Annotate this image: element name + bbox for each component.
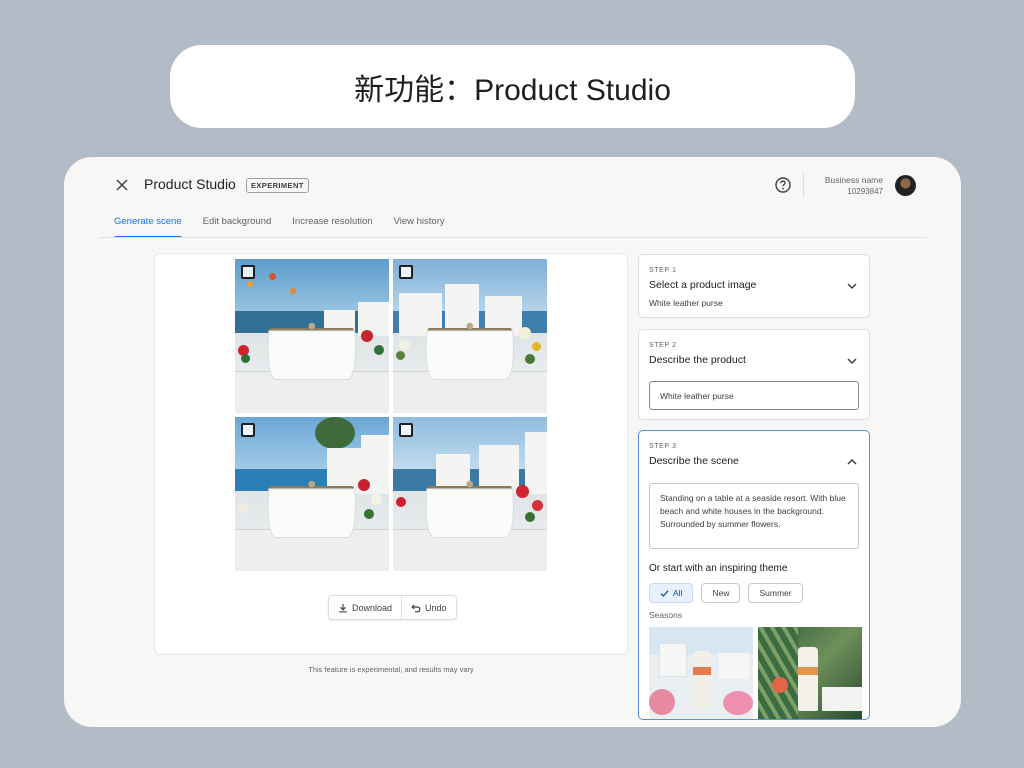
header-divider [803,172,804,198]
close-icon [116,179,128,191]
theme-heading: Or start with an inspiring theme [649,563,788,574]
experiment-badge: EXPERIMENT [246,178,309,193]
chip-summer[interactable]: Summer [748,583,803,603]
slide-title-banner: 新功能：Product Studio [170,45,855,128]
chip-new[interactable]: New [701,583,741,603]
app-title: Product Studio [144,176,236,192]
chevron-down-icon[interactable] [846,280,858,292]
business-id: 10293847 [847,187,883,196]
close-button[interactable] [112,175,132,195]
white-purse-icon [425,322,515,381]
slide-title: 新功能：Product Studio [354,73,671,107]
white-purse-icon [267,480,357,539]
avatar[interactable] [895,175,916,196]
experimental-footnote: This feature is experimental, and result… [308,665,474,674]
product-description-input[interactable]: White leather purse [649,381,859,410]
white-purse-icon [425,480,515,539]
download-button[interactable]: Download [329,596,401,619]
product-studio-window: Product Studio EXPERIMENT Business name … [64,157,961,727]
image-1-checkbox[interactable] [241,265,255,279]
chevron-down-icon[interactable] [846,355,858,367]
chip-all-label: All [673,588,683,598]
step-1-label: STEP 1 [649,267,677,274]
undo-icon [411,604,421,612]
step-2-title: Describe the product [649,354,746,366]
tab-divider [99,237,927,238]
step-2-label: STEP 2 [649,342,677,349]
checkmark-icon [660,589,669,597]
image-3-checkbox[interactable] [241,423,255,437]
white-purse-icon [267,322,357,381]
tab-edit-background[interactable]: Edit background [203,207,272,238]
scene-description-textarea[interactable]: Standing on a table at a seaside resort.… [649,483,859,549]
tab-generate-scene[interactable]: Generate scene [114,207,182,238]
theme-chips: All New Summer [649,583,803,603]
season-theme-card-1[interactable] [649,627,753,719]
business-name: Business name [824,175,883,185]
step-3-panel: STEP 3 Describe the scene Standing on a … [638,430,870,720]
undo-button[interactable]: Undo [401,596,456,619]
download-label: Download [352,602,393,613]
step-3-label: STEP 3 [649,443,677,450]
generated-image-1[interactable] [235,259,389,413]
step-3-title: Describe the scene [649,455,739,467]
chip-all[interactable]: All [649,583,694,603]
chevron-up-icon[interactable] [846,456,858,468]
help-icon[interactable] [774,176,792,194]
tab-view-history[interactable]: View history [394,207,445,238]
chip-summer-label: Summer [759,588,792,598]
step-1-value: White leather purse [649,298,723,308]
undo-label: Undo [425,602,447,613]
step-2-panel[interactable]: STEP 2 Describe the product White leathe… [638,329,870,420]
image-4-checkbox[interactable] [399,423,413,437]
tab-bar: Generate scene Edit background Increase … [114,207,466,238]
image-2-checkbox[interactable] [399,265,413,279]
step-1-title: Select a product image [649,279,757,291]
image-canvas: Download Undo [154,253,628,655]
step-1-panel[interactable]: STEP 1 Select a product image White leat… [638,254,870,318]
seasons-label: Seasons [649,610,683,620]
download-icon [339,603,347,612]
tab-increase-resolution[interactable]: Increase resolution [292,207,372,238]
generated-image-2[interactable] [393,259,547,413]
image-action-bar: Download Undo [328,595,457,620]
generated-image-3[interactable] [235,417,389,571]
season-theme-card-2[interactable] [758,627,862,719]
chip-new-label: New [712,588,730,598]
generated-image-4[interactable] [393,417,547,571]
